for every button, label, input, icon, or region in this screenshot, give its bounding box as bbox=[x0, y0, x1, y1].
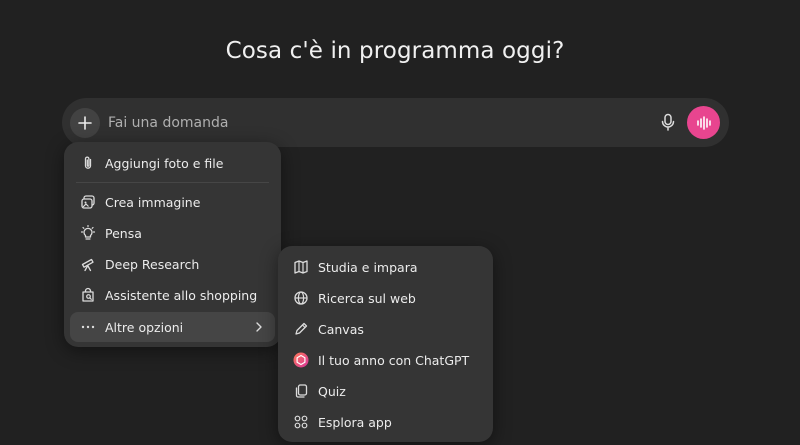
submenu-item-label: Ricerca sul web bbox=[318, 290, 416, 306]
page-title: Cosa c'è in programma oggi? bbox=[225, 38, 565, 64]
menu-item-label: Assistente allo shopping bbox=[105, 287, 258, 303]
menu-item-label: Altre opzioni bbox=[105, 319, 184, 335]
attach-menu: Aggiungi foto e file Crea immagine Pensa… bbox=[64, 142, 281, 347]
voice-waveform-icon bbox=[696, 115, 712, 130]
submenu-item-label: Esplora app bbox=[318, 414, 392, 430]
submenu-item-year-recap[interactable]: Il tuo anno con ChatGPT bbox=[284, 345, 487, 375]
shopping-bag-icon bbox=[79, 286, 97, 304]
microphone-icon bbox=[660, 113, 676, 131]
menu-divider bbox=[76, 182, 269, 183]
cards-icon bbox=[292, 382, 310, 400]
apps-grid-icon bbox=[292, 413, 310, 431]
book-icon bbox=[292, 258, 310, 276]
prompt-input[interactable] bbox=[108, 112, 628, 134]
submenu-item-quiz[interactable]: Quiz bbox=[284, 376, 487, 406]
image-icon bbox=[79, 193, 97, 211]
add-button[interactable] bbox=[70, 108, 100, 138]
submenu-item-canvas[interactable]: Canvas bbox=[284, 314, 487, 344]
pencil-icon bbox=[292, 320, 310, 338]
dictate-button[interactable] bbox=[656, 110, 680, 134]
plus-icon bbox=[77, 115, 93, 131]
submenu-item-label: Quiz bbox=[318, 383, 346, 399]
more-dots-icon bbox=[79, 318, 97, 336]
globe-icon bbox=[292, 289, 310, 307]
more-options-submenu: Studia e impara Ricerca sul web Canvas I… bbox=[278, 246, 493, 442]
submenu-item-explore-apps[interactable]: Esplora app bbox=[284, 407, 487, 437]
submenu-item-web-search[interactable]: Ricerca sul web bbox=[284, 283, 487, 313]
paperclip-icon bbox=[79, 154, 97, 172]
menu-item-add-files[interactable]: Aggiungi foto e file bbox=[70, 148, 275, 178]
voice-mode-button[interactable] bbox=[687, 106, 720, 139]
menu-item-think[interactable]: Pensa bbox=[70, 218, 275, 248]
menu-item-label: Deep Research bbox=[105, 256, 200, 272]
menu-item-shopping-assistant[interactable]: Assistente allo shopping bbox=[70, 280, 275, 310]
chatgpt-logo-icon bbox=[292, 351, 310, 369]
telescope-icon bbox=[79, 255, 97, 273]
menu-item-label: Aggiungi foto e file bbox=[105, 155, 224, 171]
chevron-right-icon bbox=[251, 319, 267, 335]
menu-item-label: Pensa bbox=[105, 225, 142, 241]
menu-item-label: Crea immagine bbox=[105, 194, 201, 210]
composer bbox=[62, 98, 729, 147]
submenu-item-label: Studia e impara bbox=[318, 259, 418, 275]
menu-item-create-image[interactable]: Crea immagine bbox=[70, 187, 275, 217]
submenu-item-study[interactable]: Studia e impara bbox=[284, 252, 487, 282]
menu-item-more-options[interactable]: Altre opzioni bbox=[70, 312, 275, 342]
menu-item-deep-research[interactable]: Deep Research bbox=[70, 249, 275, 279]
lightbulb-icon bbox=[79, 224, 97, 242]
submenu-item-label: Canvas bbox=[318, 321, 364, 337]
submenu-item-label: Il tuo anno con ChatGPT bbox=[318, 352, 470, 368]
